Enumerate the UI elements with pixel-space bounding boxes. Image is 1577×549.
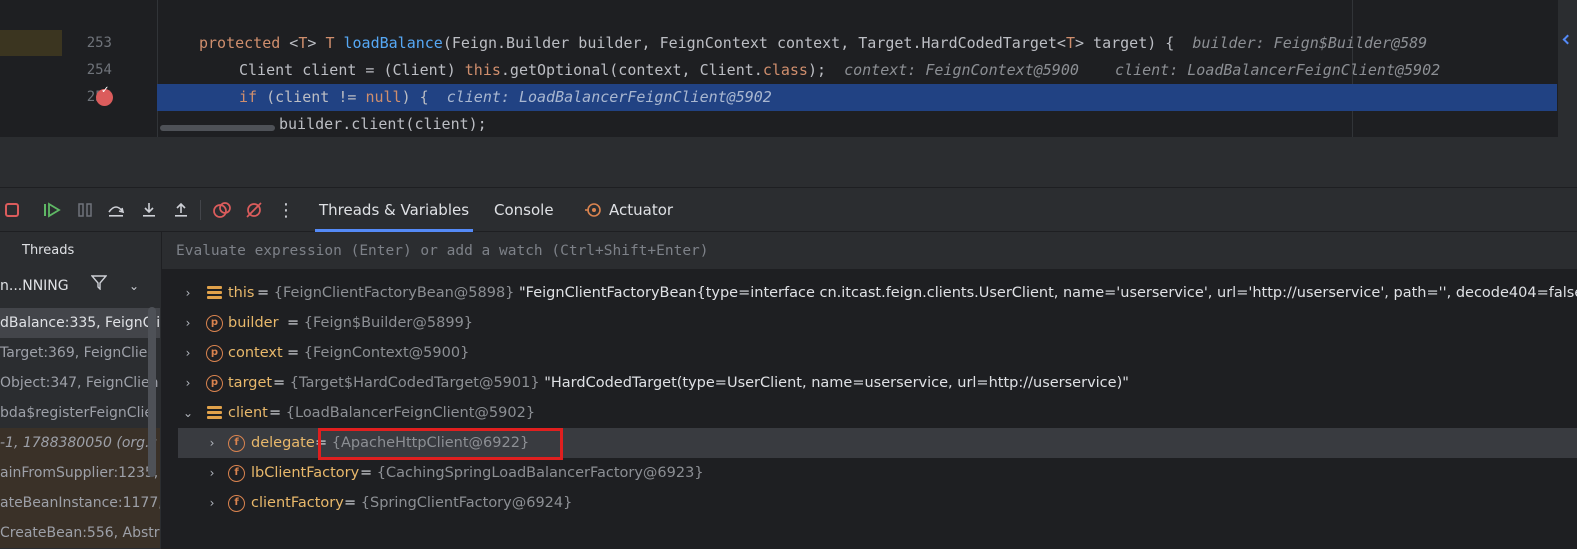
stack-frame[interactable]: -1, 1788380050 (org.s (0, 428, 160, 458)
variable-name: this (228, 285, 255, 301)
stack-frame[interactable]: bda$registerFeignClie (0, 398, 160, 428)
pause-icon[interactable] (75, 200, 95, 220)
toolbar-divider (200, 200, 201, 220)
variable-row[interactable]: › p target = {Target$HardCodedTarget@590… (162, 368, 1577, 398)
chevron-right-icon[interactable]: › (206, 458, 218, 488)
variable-name: lbClientFactory (251, 465, 360, 481)
variable-row[interactable]: ⌄ client = {LoadBalancerFeignClient@5902… (162, 398, 1577, 428)
chevron-right-icon[interactable]: › (182, 338, 194, 368)
view-breakpoints-icon[interactable] (212, 200, 232, 220)
variable-value: = {Target$HardCodedTarget@5901} "HardCod… (273, 375, 1129, 391)
variable-name: context (228, 345, 283, 361)
stop-icon[interactable] (2, 200, 22, 220)
stack-frame[interactable]: Target:369, FeignClien (0, 338, 160, 368)
variable-value: = {LoadBalancerFeignClient@5902} (269, 405, 536, 421)
variable-value: = {Feign$Builder@5899} (287, 315, 474, 331)
mute-breakpoints-icon[interactable] (244, 200, 264, 220)
stack-frame[interactable]: Object:347, FeignClien (0, 368, 160, 398)
parameter-icon: p (206, 345, 223, 362)
variable-name: client (228, 405, 268, 421)
filter-icon[interactable] (84, 270, 114, 302)
variable-row[interactable]: › f lbClientFactory = {CachingSpringLoad… (162, 458, 1577, 488)
inline-debug-hint: context: FeignContext@5900 (844, 61, 1079, 79)
variable-name: target (228, 375, 273, 391)
stack-frame[interactable]: ainFromSupplier:1235, (0, 458, 160, 488)
stack-frame[interactable]: dBalance:335, FeignCli (0, 308, 160, 338)
variable-value: = {SpringClientFactory@6924} (344, 495, 573, 511)
object-icon (207, 286, 222, 301)
object-icon (207, 406, 222, 421)
annotation-highlight-box (318, 428, 563, 460)
stack-frame[interactable]: ateBeanInstance:1177, (0, 488, 160, 518)
code-line[interactable]: 254 protected <T> T loadBalance(Feign.Bu… (0, 30, 1577, 78)
field-icon: f (228, 435, 245, 452)
resume-icon[interactable] (42, 200, 62, 220)
thread-selector[interactable]: n...NNING ⌄ (0, 270, 161, 302)
code-editor[interactable]: 253 254 protected <T> T loadBalance(Feig… (0, 0, 1577, 137)
field-icon: f (228, 465, 245, 482)
inline-debug-hint: builder: Feign$Builder@589 (1192, 34, 1428, 52)
chevron-right-icon[interactable]: › (182, 278, 194, 308)
debug-toolbar: ⋮ Threads & Variables Console Actuator (0, 188, 1577, 232)
breakpoint-icon[interactable] (96, 85, 113, 106)
code-text: Client client = (Client) this.getOptiona… (239, 61, 1441, 79)
variable-row[interactable]: › f clientFactory = {SpringClientFactory… (162, 488, 1577, 518)
tab-actuator[interactable]: Actuator (609, 188, 673, 232)
chevron-right-icon[interactable]: › (182, 308, 194, 338)
frames-panel: Threads n...NNING ⌄ dBalance:335, FeignC… (0, 232, 162, 549)
variable-name: delegate (251, 435, 315, 451)
parameter-icon: p (206, 375, 223, 392)
code-line[interactable]: 253 (0, 3, 1577, 51)
code-line[interactable]: 257 builder.client(client); (0, 111, 1577, 137)
step-over-icon[interactable] (106, 200, 126, 220)
chevron-right-icon[interactable]: › (206, 428, 218, 458)
step-into-icon[interactable] (139, 200, 159, 220)
code-line-current[interactable]: if (client != null) { client: LoadBalanc… (0, 84, 1577, 111)
variable-row[interactable]: › p context = {FeignContext@5900} (162, 338, 1577, 368)
horizontal-scrollbar[interactable] (160, 125, 275, 131)
chevron-right-icon[interactable]: › (182, 368, 194, 398)
variable-name: builder (228, 315, 279, 331)
step-out-icon[interactable] (171, 200, 191, 220)
variable-row[interactable]: › p builder = {Feign$Builder@5899} (162, 308, 1577, 338)
variable-row[interactable]: › this = {FeignClientFactoryBean@5898} "… (162, 278, 1577, 308)
chevron-icon (1562, 34, 1573, 45)
editor-scrollbar[interactable] (1558, 0, 1577, 137)
actuator-icon (583, 200, 603, 220)
parameter-icon: p (206, 315, 223, 332)
variable-value: = {FeignContext@5900} (287, 345, 470, 361)
chevron-down-icon[interactable]: ⌄ (182, 398, 194, 428)
frames-scrollbar[interactable] (148, 307, 156, 477)
chevron-right-icon[interactable]: › (206, 488, 218, 518)
tab-threads-variables[interactable]: Threads & Variables (314, 188, 474, 232)
code-text: builder.client(client); (279, 115, 487, 133)
stack-frame[interactable]: CreateBean:556, Abstra (0, 518, 160, 548)
inline-debug-hint: client: LoadBalancerFeignClient@5902 (1115, 61, 1441, 79)
evaluate-expression-input[interactable]: Evaluate expression (Enter) or add a wat… (162, 232, 1577, 270)
field-icon: f (228, 495, 245, 512)
selected-thread-name: n...NNING (0, 278, 69, 294)
tab-console[interactable]: Console (494, 188, 554, 232)
variable-value: = {FeignClientFactoryBean@5898} "FeignCl… (257, 285, 1577, 301)
code-text: protected <T> T loadBalance(Feign.Builde… (199, 34, 1428, 52)
variable-name: clientFactory (251, 495, 344, 511)
variables-panel: Evaluate expression (Enter) or add a wat… (162, 232, 1577, 549)
threads-header[interactable]: Threads (0, 232, 161, 270)
more-icon[interactable]: ⋮ (276, 200, 296, 221)
code-line[interactable]: 255 Client client = (Client) this.getOpt… (0, 57, 1577, 105)
code-text: if (client != null) { client: LoadBalanc… (239, 88, 772, 106)
inline-debug-hint: client: LoadBalancerFeignClient@5902 (446, 88, 772, 106)
variable-value: = {CachingSpringLoadBalancerFactory@6923… (360, 465, 704, 481)
chevron-down-icon[interactable]: ⌄ (114, 270, 154, 302)
tool-window-header-area (0, 137, 1577, 188)
